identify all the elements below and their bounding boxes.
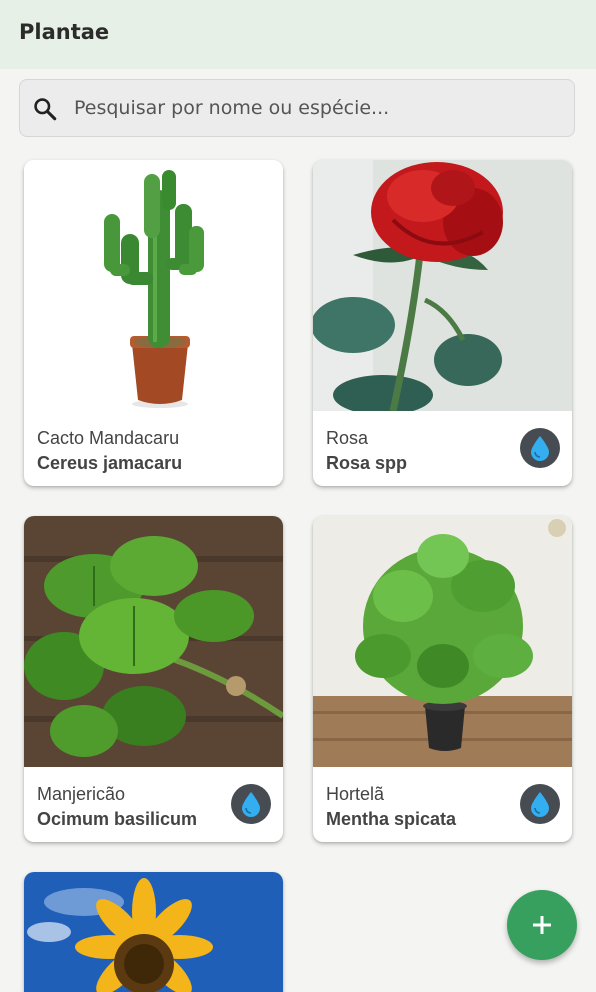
plant-common-name: Cacto Mandacaru xyxy=(37,428,180,448)
plus-icon xyxy=(533,916,551,934)
water-needed-badge xyxy=(520,428,560,468)
water-drop-icon xyxy=(242,792,260,817)
search-icon xyxy=(34,98,57,121)
search-bar[interactable] xyxy=(19,79,575,137)
water-drop-icon xyxy=(531,436,549,461)
plant-card-cacto[interactable]: Cacto Mandacaru Cereus jamacaru xyxy=(24,160,283,486)
app-bar: Plantae xyxy=(0,0,596,69)
plant-common-name: Manjericão xyxy=(37,784,126,804)
plant-species: Cereus jamacaru xyxy=(37,453,183,473)
add-plant-button[interactable] xyxy=(507,890,577,960)
plant-species: Ocimum basilicum xyxy=(37,809,198,829)
plant-card-girassol[interactable] xyxy=(24,872,283,992)
plant-common-name: Rosa xyxy=(326,428,369,448)
plant-image xyxy=(313,160,572,411)
app-title: Plantae xyxy=(19,20,110,44)
plant-image xyxy=(313,516,572,767)
plant-species: Mentha spicata xyxy=(326,809,457,829)
water-needed-badge xyxy=(231,784,271,824)
water-drop-icon xyxy=(531,792,549,817)
plant-card-hortela[interactable]: Hortelã Mentha spicata xyxy=(313,516,572,842)
plant-image xyxy=(24,516,283,767)
plant-image xyxy=(24,160,283,411)
plant-species: Rosa spp xyxy=(326,453,408,473)
plant-image xyxy=(24,872,283,992)
plant-card-manjericao[interactable]: Manjericão Ocimum basilicum xyxy=(24,516,283,842)
water-needed-badge xyxy=(520,784,560,824)
plant-common-name: Hortelã xyxy=(326,784,385,804)
plant-card-rosa[interactable]: Rosa Rosa spp xyxy=(313,160,572,486)
search-input[interactable] xyxy=(74,80,554,136)
